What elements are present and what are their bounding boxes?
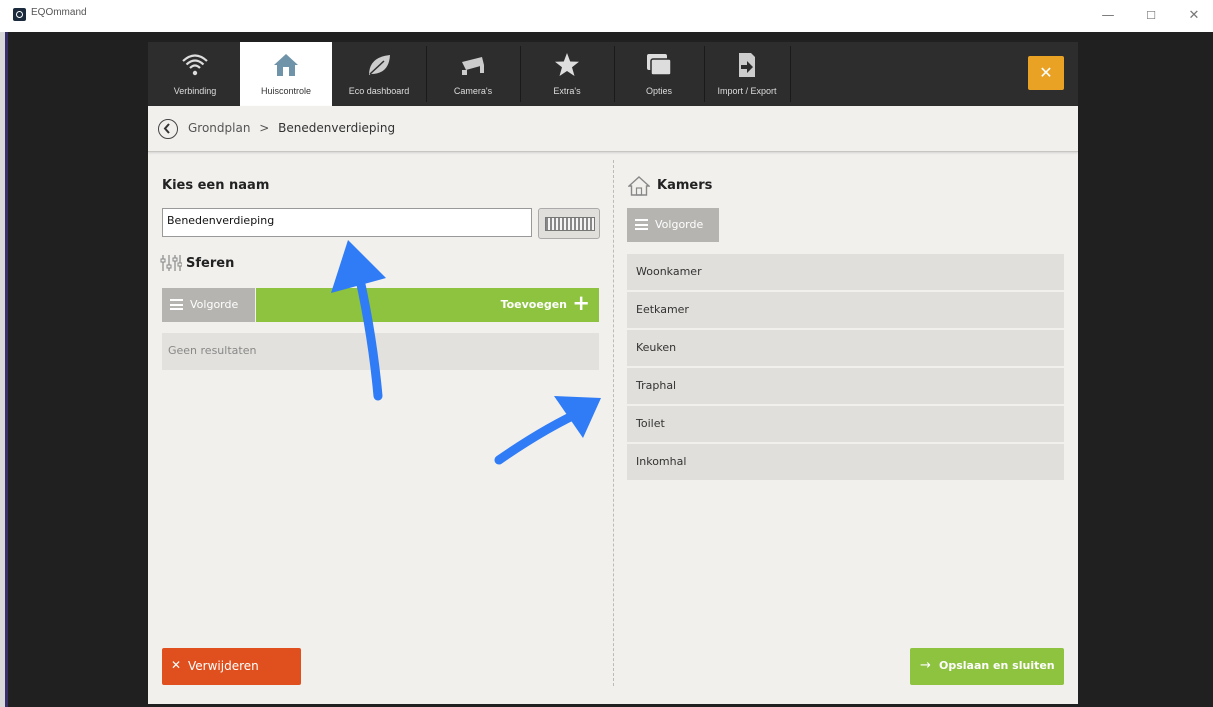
breadcrumb-current: Benedenverdieping	[278, 121, 396, 135]
name-section-title: Kies een naam	[162, 178, 270, 193]
add-label: Toevoegen	[500, 298, 567, 311]
add-sphere-button[interactable]: Toevoegen +	[256, 288, 599, 322]
tab-huiscontrole[interactable]: Huiscontrole	[240, 42, 332, 106]
room-item[interactable]: Woonkamer	[627, 254, 1064, 290]
delete-label: Verwijderen	[188, 659, 259, 673]
back-button[interactable]	[158, 119, 178, 139]
tab-cameras[interactable]: Camera's	[428, 42, 518, 106]
room-list: Woonkamer Eetkamer Keuken Traphal Toilet…	[627, 254, 1064, 482]
rooms-order-button[interactable]: Volgorde	[627, 208, 719, 242]
room-item[interactable]: Toilet	[627, 406, 1064, 442]
column-divider	[613, 160, 614, 686]
window-close-button[interactable]: ✕	[1179, 5, 1209, 27]
room-item[interactable]: Traphal	[627, 368, 1064, 404]
tab-import-export[interactable]: Import / Export	[706, 42, 788, 106]
app-panel: Verbinding Huiscontrole Eco dashboard Ca…	[148, 42, 1078, 704]
close-button[interactable]: ✕	[1028, 56, 1064, 90]
app-logo-icon	[13, 8, 26, 21]
tab-label: Verbinding	[173, 86, 217, 96]
window-title: EQOmmand	[31, 7, 87, 18]
camera-icon	[462, 57, 484, 75]
save-label: Opslaan en sluiten	[939, 659, 1055, 672]
tab-separator	[614, 46, 615, 102]
desktop-background-strip	[0, 32, 8, 707]
empty-results-row: Geen resultaten	[162, 333, 599, 370]
star-icon	[555, 53, 579, 76]
delete-icon: ✕	[171, 658, 182, 672]
tab-label: Eco dashboard	[348, 86, 410, 96]
breadcrumb: Grondplan > Benedenverdieping	[148, 106, 1078, 152]
breadcrumb-separator: >	[259, 121, 270, 135]
tab-separator	[704, 46, 705, 102]
tab-separator	[520, 46, 521, 102]
import-export-icon	[739, 53, 755, 77]
order-label: Volgorde	[655, 218, 704, 231]
order-label: Volgorde	[190, 298, 239, 311]
tab-label: Extra's	[553, 86, 581, 96]
tab-opties[interactable]: Opties	[616, 42, 702, 106]
house-icon	[274, 54, 298, 76]
tab-separator	[790, 46, 791, 102]
plus-icon: +	[572, 291, 590, 315]
sliders-icon	[160, 255, 182, 271]
delete-button[interactable]: ✕ Verwijderen	[162, 648, 301, 685]
wifi-icon	[182, 54, 208, 76]
breadcrumb-path: Grondplan > Benedenverdieping	[188, 121, 395, 135]
tab-label: Huiscontrole	[260, 86, 312, 96]
room-item[interactable]: Eetkamer	[627, 292, 1064, 328]
minimize-button[interactable]: —	[1093, 5, 1123, 27]
room-item[interactable]: Inkomhal	[627, 444, 1064, 480]
tab-separator	[426, 46, 427, 102]
tab-bar: Verbinding Huiscontrole Eco dashboard Ca…	[148, 42, 1078, 106]
tab-label: Import / Export	[717, 86, 777, 96]
tab-label: Opties	[645, 86, 672, 96]
chevron-left-icon	[163, 123, 170, 134]
window-titlebar: EQOmmand — ☐ ✕	[0, 0, 1213, 32]
maximize-button[interactable]: ☐	[1136, 5, 1166, 27]
rooms-section-title: Kamers	[657, 178, 713, 193]
save-and-close-button[interactable]: → Opslaan en sluiten	[910, 648, 1064, 685]
keyboard-button[interactable]	[538, 208, 600, 239]
menu-icon	[635, 219, 648, 230]
house-outline-icon	[628, 176, 650, 196]
room-item[interactable]: Keuken	[627, 330, 1064, 366]
breadcrumb-parent[interactable]: Grondplan	[188, 121, 250, 135]
leaf-icon	[369, 55, 390, 75]
tab-eco-dashboard[interactable]: Eco dashboard	[334, 42, 424, 106]
arrow-right-icon: →	[920, 658, 931, 673]
windows-icon	[647, 54, 672, 76]
menu-icon	[170, 299, 183, 310]
name-input[interactable]: Benedenverdieping	[162, 208, 532, 237]
tab-verbinding[interactable]: Verbinding	[156, 42, 234, 106]
keyboard-icon	[545, 217, 595, 231]
tab-label: Camera's	[453, 86, 493, 96]
tab-extras[interactable]: Extra's	[522, 42, 612, 106]
spheres-section-title: Sferen	[186, 256, 235, 271]
spheres-order-button[interactable]: Volgorde	[162, 288, 255, 322]
